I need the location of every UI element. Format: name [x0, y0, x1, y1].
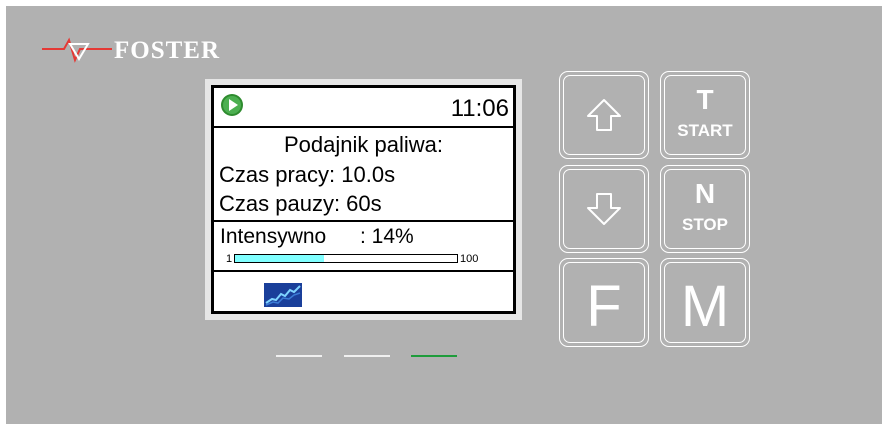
foster-heartbeat-logo-icon [42, 37, 112, 63]
fuel-feeder-info: Podajnik paliwa: Czas pracy: 10.0s Czas … [214, 128, 513, 222]
m-button[interactable]: M [660, 258, 750, 347]
work-time: Czas pracy: 10.0s [219, 162, 396, 187]
display-title: Podajnik paliwa: [284, 132, 443, 157]
pause-time: Czas pauzy: 60s [219, 191, 382, 216]
f-key-letter: F [586, 274, 622, 339]
status-led-1 [276, 355, 322, 357]
foster-logo: FOSTER [42, 36, 220, 66]
brand-name: FOSTER [114, 37, 221, 64]
down-button[interactable] [559, 165, 649, 253]
status-led-2 [344, 355, 390, 357]
play-icon [221, 94, 243, 116]
up-button[interactable] [559, 71, 649, 159]
lcd-display: 11:06 Podajnik paliwa: Czas pracy: 10.0s… [211, 85, 516, 314]
trend-chart-icon [264, 283, 302, 307]
intensity-bar [234, 254, 458, 263]
intensity-label: Intensywno [220, 225, 327, 248]
intensity-bar-fill [235, 255, 324, 262]
m-key-letter: M [680, 274, 730, 339]
stop-key-letter: N [694, 178, 716, 209]
display-footer [214, 272, 513, 311]
intensity-value: : 14% [360, 225, 414, 248]
f-button[interactable]: F [559, 258, 649, 347]
status-led-3 [411, 355, 457, 357]
start-button[interactable]: T START [660, 71, 750, 159]
arrow-down-icon [587, 193, 621, 225]
intensity-section: Intensywno : 14% 1 100 [214, 222, 513, 272]
clock: 11:06 [450, 95, 509, 122]
arrow-up-icon [587, 99, 621, 131]
bar-max-label: 100 [460, 253, 479, 265]
stop-button[interactable]: N STOP [660, 165, 750, 253]
start-key-label: START [677, 121, 733, 140]
display-header: 11:06 [214, 88, 513, 128]
bar-min-label: 1 [226, 253, 233, 265]
stop-key-label: STOP [682, 215, 728, 234]
start-key-letter: T [696, 84, 714, 115]
